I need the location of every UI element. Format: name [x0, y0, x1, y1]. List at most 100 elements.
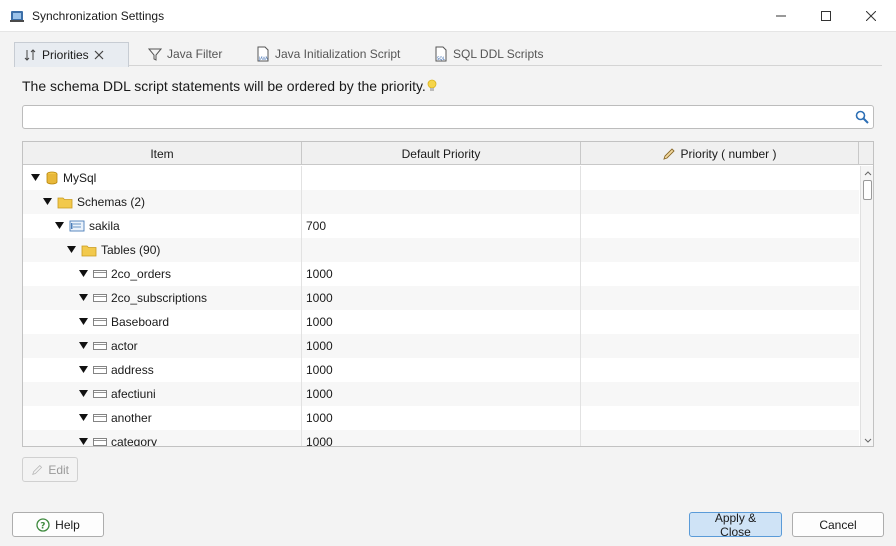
table-icon: [93, 412, 107, 424]
vertical-scrollbar[interactable]: [860, 166, 873, 446]
expand-triangle-icon[interactable]: [29, 172, 41, 184]
minimize-button[interactable]: [758, 0, 804, 32]
maximize-icon: [821, 11, 831, 21]
java-file-icon: JAVA: [257, 46, 269, 62]
expand-triangle-icon[interactable]: [77, 292, 89, 304]
tree-row[interactable]: sakila 700: [23, 214, 859, 238]
folder-icon: [57, 195, 73, 209]
table-icon: [93, 436, 107, 446]
expand-triangle-icon[interactable]: [41, 196, 53, 208]
priority-cell[interactable]: [581, 214, 859, 238]
table-icon: [93, 364, 107, 376]
table-icon: [93, 388, 107, 400]
expand-triangle-icon[interactable]: [77, 436, 89, 446]
tab-label: Java Initialization Script: [275, 47, 401, 61]
tree-row[interactable]: Tables (90): [23, 238, 859, 262]
tab-label: SQL DDL Scripts: [453, 47, 544, 61]
item-label: address: [111, 363, 154, 377]
tree-row[interactable]: category 1000: [23, 430, 859, 447]
tab-java-initialization-script[interactable]: JAVA Java Initialization Script: [248, 42, 408, 66]
lightbulb-icon: [427, 79, 437, 91]
item-label: category: [111, 435, 158, 447]
expand-triangle-icon[interactable]: [77, 340, 89, 352]
expand-triangle-icon[interactable]: [77, 364, 89, 376]
priority-cell[interactable]: [581, 166, 859, 190]
cancel-button[interactable]: Cancel: [792, 512, 884, 537]
tree-row[interactable]: another 1000: [23, 406, 859, 430]
tree-row[interactable]: address 1000: [23, 358, 859, 382]
schema-icon: [69, 219, 85, 233]
close-icon: [866, 11, 876, 21]
search-input[interactable]: [27, 108, 847, 126]
edit-button[interactable]: Edit: [22, 457, 78, 482]
item-cell: Schemas (2): [23, 190, 302, 214]
item-label: MySql: [63, 171, 97, 185]
tree-row[interactable]: 2co_subscriptions 1000: [23, 286, 859, 310]
default-priority-cell: 700: [302, 214, 581, 238]
scroll-down-icon[interactable]: [863, 436, 873, 446]
priority-cell[interactable]: [581, 262, 859, 286]
pencil-icon: [663, 147, 676, 160]
maximize-button[interactable]: [803, 0, 849, 32]
search-icon[interactable]: [855, 110, 869, 124]
close-tab-icon[interactable]: [94, 50, 104, 60]
column-header-priority[interactable]: Priority ( number ): [581, 142, 859, 165]
item-cell: Tables (90): [23, 238, 302, 262]
description-text: The schema DDL script statements will be…: [22, 78, 426, 94]
priority-cell[interactable]: [581, 334, 859, 358]
priority-cell[interactable]: [581, 286, 859, 310]
pencil-icon: [32, 464, 43, 475]
table-icon: [93, 340, 107, 352]
item-label: actor: [111, 339, 138, 353]
sql-file-icon: SQL: [435, 46, 447, 62]
table-icon: [93, 292, 107, 304]
expand-triangle-icon[interactable]: [65, 244, 77, 256]
priority-cell[interactable]: [581, 382, 859, 406]
column-header-default-priority[interactable]: Default Priority: [302, 142, 581, 165]
item-cell: 2co_orders: [23, 262, 302, 286]
grid-header-corner: [859, 142, 873, 165]
tab-java-filter[interactable]: Java Filter: [140, 42, 230, 66]
expand-triangle-icon[interactable]: [53, 220, 65, 232]
scrollbar-thumb[interactable]: [863, 180, 872, 200]
item-label: Schemas (2): [77, 195, 146, 209]
default-priority-cell: 1000: [302, 430, 581, 446]
apply-close-button[interactable]: Apply & Close: [689, 511, 782, 539]
priority-cell[interactable]: [581, 310, 859, 334]
database-icon: [45, 171, 59, 185]
expand-triangle-icon[interactable]: [77, 388, 89, 400]
scroll-up-icon[interactable]: [863, 168, 873, 178]
tab-sql-ddl-scripts[interactable]: SQL SQL DDL Scripts: [426, 42, 551, 66]
item-label: afectiuni: [111, 387, 156, 401]
tree-row[interactable]: actor 1000: [23, 334, 859, 358]
default-priority-cell: [302, 190, 581, 214]
help-button[interactable]: ? Help: [12, 512, 104, 537]
expand-triangle-icon[interactable]: [77, 268, 89, 280]
tree-row[interactable]: MySql: [23, 166, 859, 190]
priority-cell[interactable]: [581, 406, 859, 430]
tree-row[interactable]: Baseboard 1000: [23, 310, 859, 334]
tree-row[interactable]: 2co_orders 1000: [23, 262, 859, 286]
priority-grid: Item Default Priority Priority ( number …: [22, 141, 874, 447]
expand-triangle-icon[interactable]: [77, 316, 89, 328]
priority-cell[interactable]: [581, 190, 859, 214]
item-cell: afectiuni: [23, 382, 302, 406]
tree-row[interactable]: afectiuni 1000: [23, 382, 859, 406]
tab-priorities[interactable]: Priorities: [14, 42, 129, 67]
close-button[interactable]: [848, 0, 894, 32]
minimize-icon: [776, 15, 786, 17]
expand-triangle-icon[interactable]: [77, 412, 89, 424]
svg-text:SQL: SQL: [437, 56, 446, 61]
priority-cell[interactable]: [581, 238, 859, 262]
item-label: another: [111, 411, 152, 425]
item-cell: Baseboard: [23, 310, 302, 334]
priority-cell[interactable]: [581, 430, 859, 446]
title-bar: Synchronization Settings: [0, 0, 896, 32]
priority-cell[interactable]: [581, 358, 859, 382]
folder-icon: [81, 243, 97, 257]
tree-row[interactable]: Schemas (2): [23, 190, 859, 214]
item-cell: another: [23, 406, 302, 430]
column-header-item[interactable]: Item: [23, 142, 302, 165]
grid-header: Item Default Priority Priority ( number …: [23, 142, 859, 165]
item-cell: address: [23, 358, 302, 382]
